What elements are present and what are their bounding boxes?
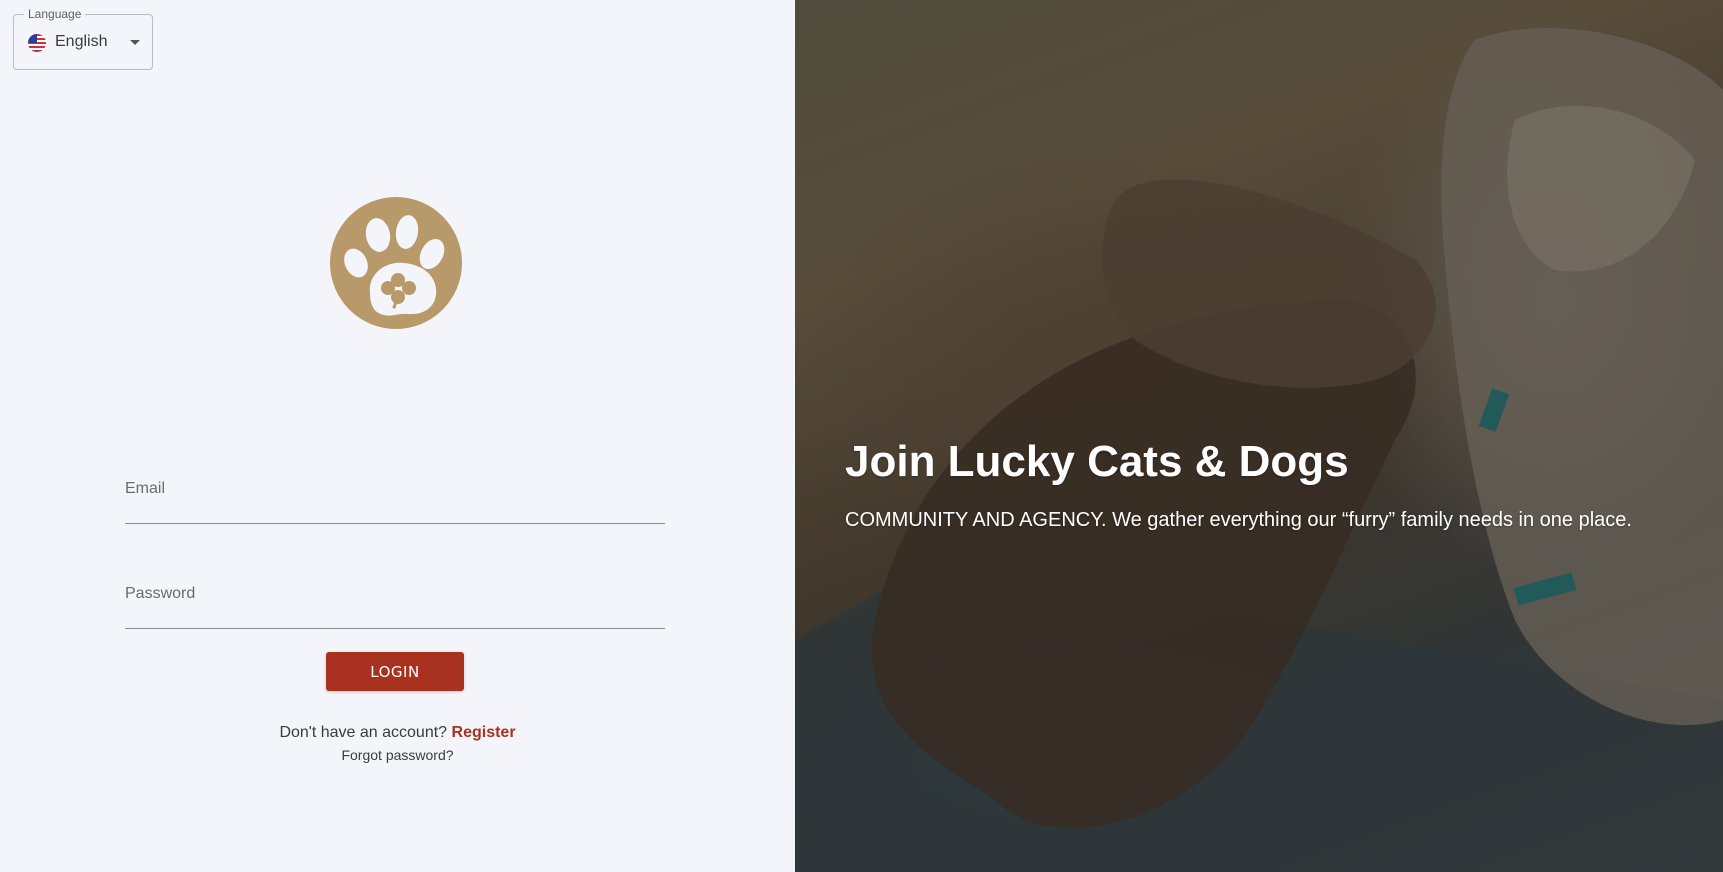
password-input[interactable] bbox=[125, 581, 665, 621]
paw-clover-logo-icon bbox=[330, 197, 462, 329]
password-field[interactable]: Password bbox=[125, 573, 665, 629]
password-underline bbox=[125, 628, 665, 629]
hero-title: Join Lucky Cats & Dogs bbox=[845, 437, 1349, 486]
hero-overlay bbox=[795, 0, 1723, 872]
chevron-down-icon[interactable] bbox=[130, 40, 140, 45]
no-account-text: Don't have an account? bbox=[279, 724, 448, 741]
email-input[interactable] bbox=[125, 476, 665, 516]
email-underline bbox=[125, 523, 665, 524]
us-flag-icon bbox=[28, 34, 46, 52]
forgot-password-link[interactable]: Forgot password? bbox=[0, 747, 795, 763]
login-button[interactable]: LOGIN bbox=[326, 652, 464, 691]
language-selected-value: English bbox=[55, 33, 108, 50]
login-panel: Language English Email Password LOGIN Do… bbox=[0, 0, 795, 872]
language-label: Language bbox=[24, 7, 86, 21]
register-link[interactable]: Register bbox=[452, 724, 516, 741]
hero-subtitle: COMMUNITY AND AGENCY. We gather everythi… bbox=[845, 509, 1632, 531]
email-field[interactable]: Email bbox=[125, 468, 665, 524]
register-prompt: Don't have an account? Register bbox=[0, 724, 795, 742]
language-select[interactable]: Language English bbox=[13, 7, 153, 70]
hero-panel: Join Lucky Cats & Dogs COMMUNITY AND AGE… bbox=[795, 0, 1723, 872]
